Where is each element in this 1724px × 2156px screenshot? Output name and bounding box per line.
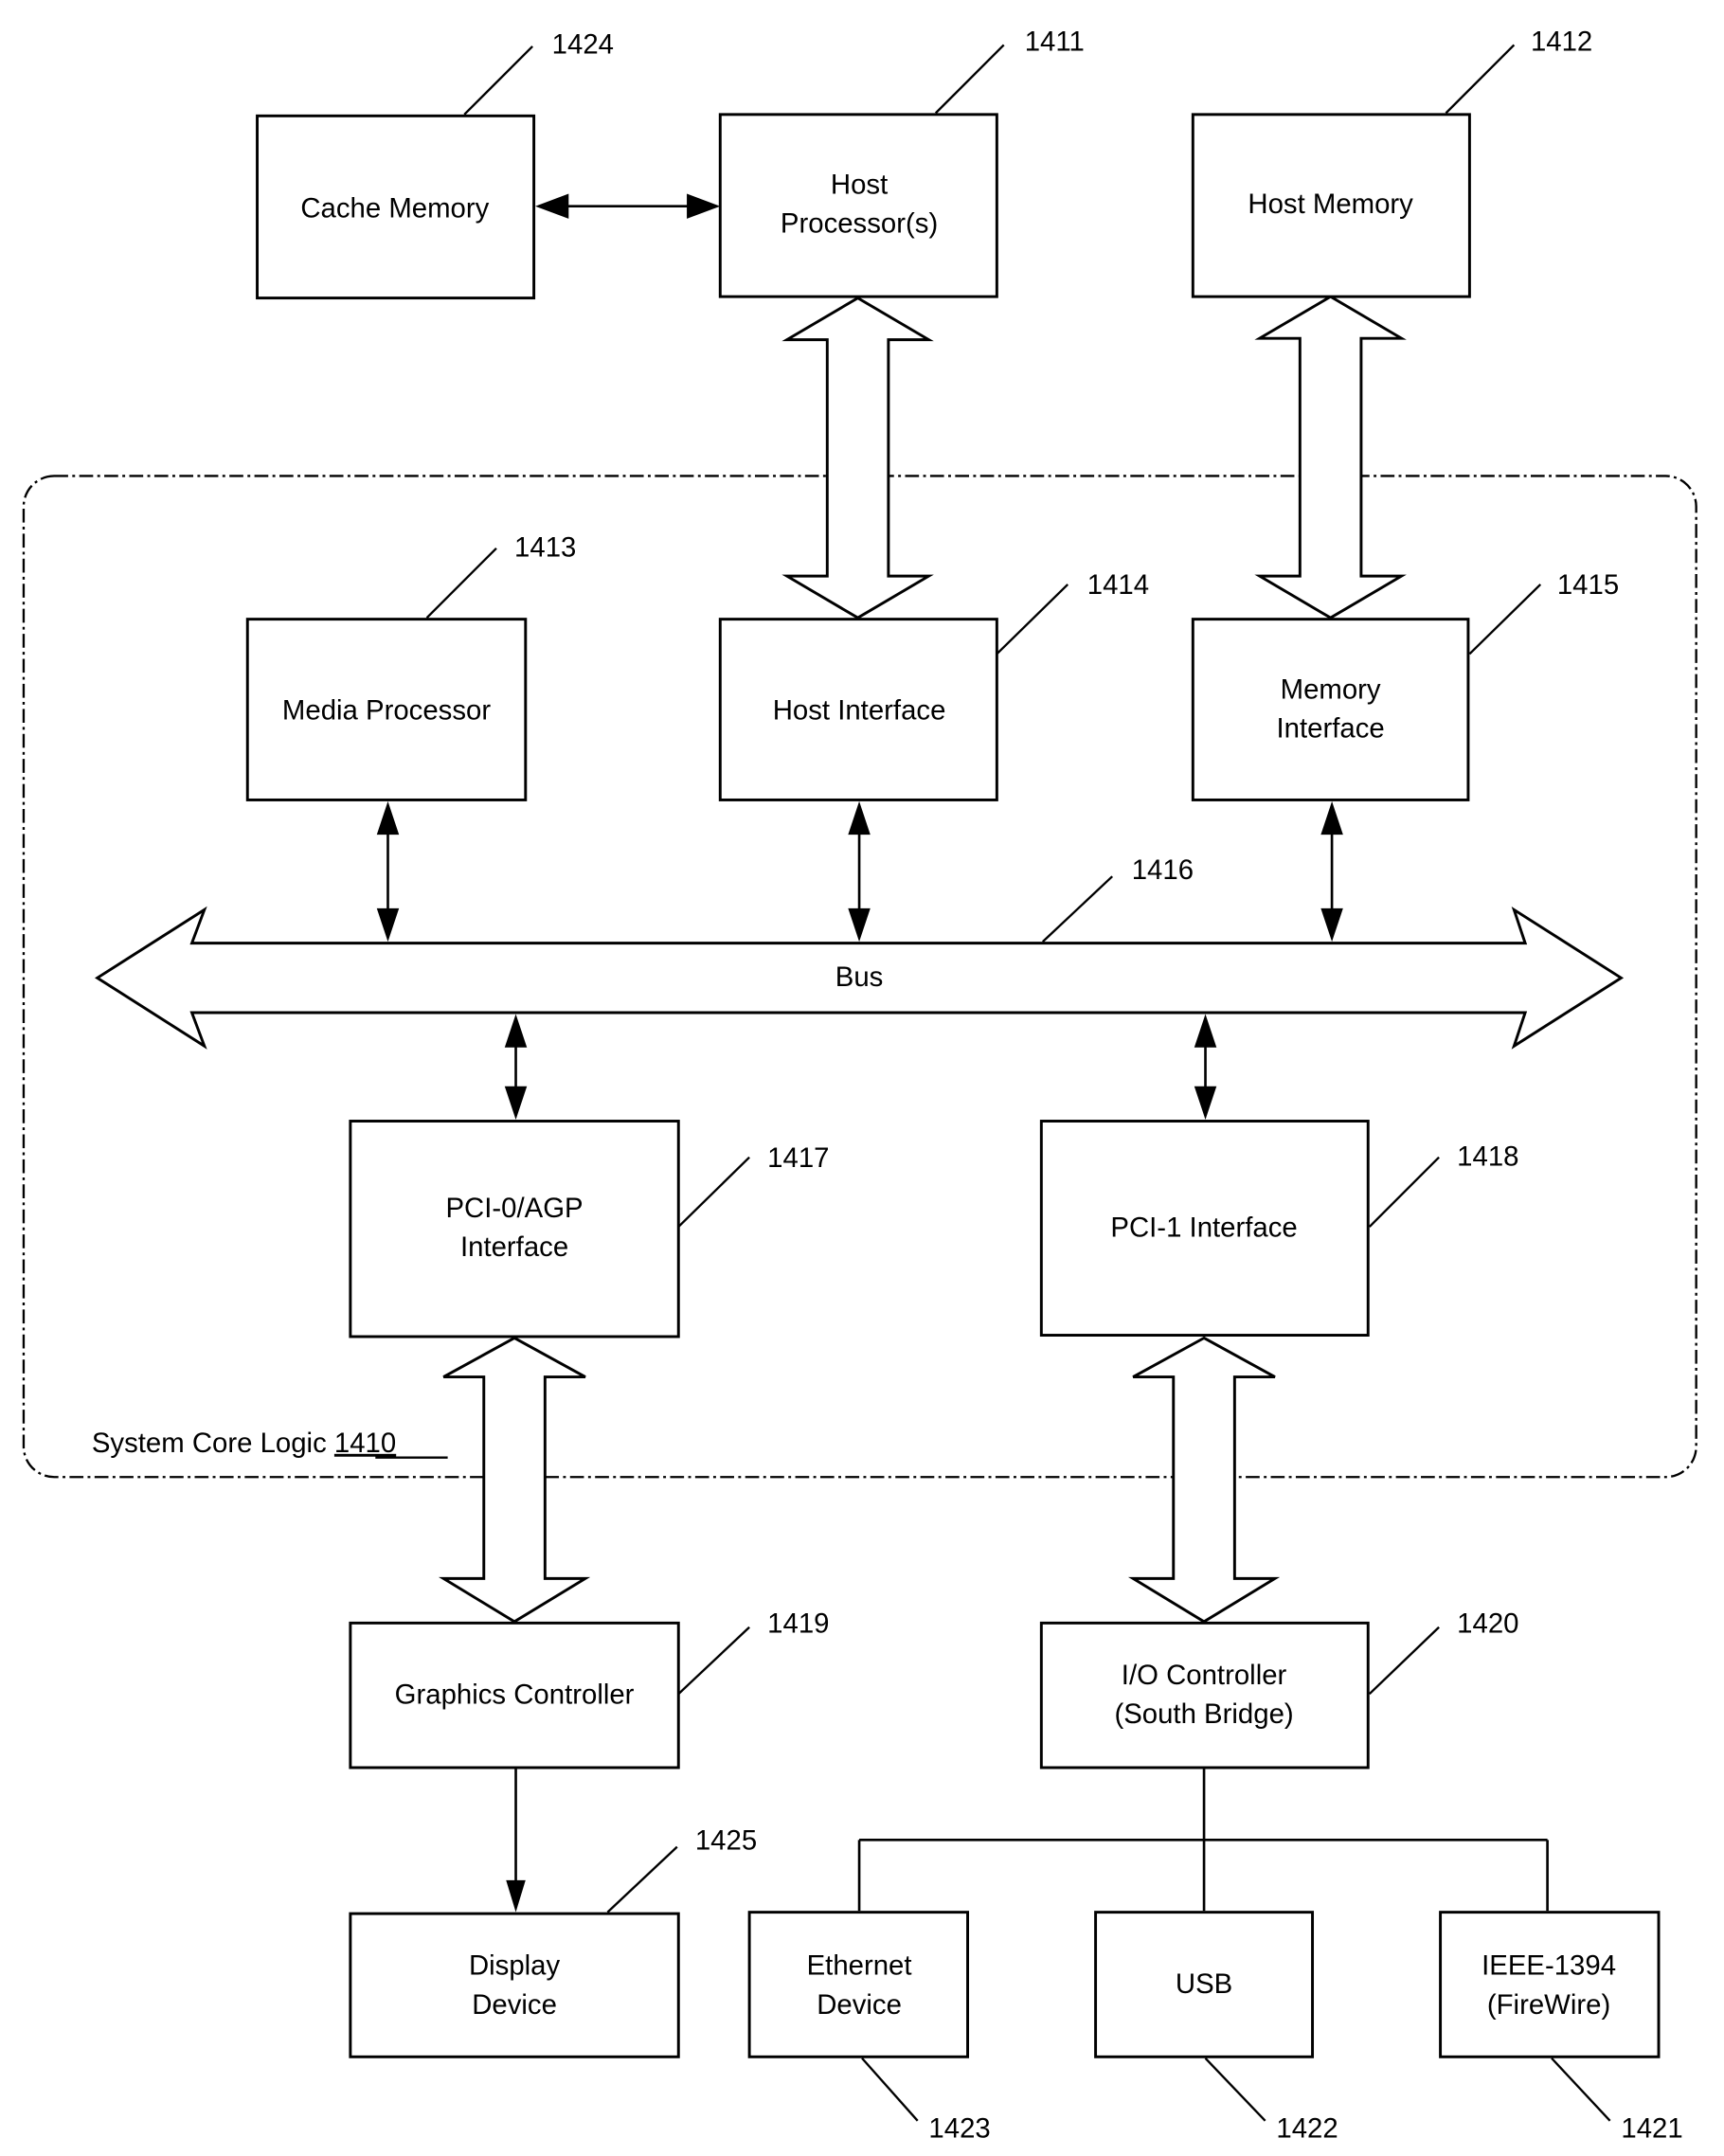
host-interface-label: Host Interface <box>773 694 946 726</box>
cache-memory-ref: 1424 <box>552 28 614 60</box>
host-interface-block: Host Interface 1414 <box>718 569 1149 801</box>
pci0-agp-interface-block: PCI-0/AGP Interface 1417 <box>349 1120 829 1339</box>
io-controller-ref: 1420 <box>1457 1608 1518 1640</box>
wide-arrow-host-processor-host-interface <box>781 296 934 620</box>
svg-text:PCI-1 Interface: PCI-1 Interface <box>1110 1212 1297 1243</box>
bus-label: Bus <box>835 961 884 993</box>
arrow-host-interface-bus <box>848 800 871 943</box>
pci0-agp-ref: 1417 <box>767 1142 829 1174</box>
usb-label: USB <box>1176 1968 1232 2000</box>
svg-text:Interface: Interface <box>1277 712 1385 744</box>
system-core-logic-label: System Core Logic 1410 <box>92 1428 396 1459</box>
bus-ref-leader <box>1042 875 1113 943</box>
display-device-ref: 1425 <box>695 1825 757 1857</box>
cache-memory-block: Cache Memory 1424 <box>256 28 614 300</box>
host-processor-label-line1: Host <box>831 170 888 201</box>
svg-text:Display: Display <box>469 1950 561 1982</box>
display-device-label-line2: Device <box>472 1989 557 2021</box>
svg-text:(South Bridge): (South Bridge) <box>1114 1698 1293 1730</box>
graphics-controller-ref: 1419 <box>767 1608 829 1640</box>
svg-text:Media Processor: Media Processor <box>282 694 491 726</box>
svg-text:Host: Host <box>831 170 888 201</box>
memory-interface-ref: 1415 <box>1557 569 1619 601</box>
host-processor-ref: 1411 <box>1025 26 1085 57</box>
svg-text:PCI-0/AGP: PCI-0/AGP <box>445 1193 583 1224</box>
io-controller-block: I/O Controller (South Bridge) 1420 <box>1039 1608 1518 1770</box>
svg-text:Interface: Interface <box>460 1231 568 1263</box>
arrow-graphics-display <box>506 1769 526 1913</box>
svg-text:USB: USB <box>1176 1968 1232 2000</box>
arrow-media-processor-bus <box>376 800 400 943</box>
arrow-memory-interface-bus <box>1320 800 1343 943</box>
svg-text:Device: Device <box>472 1989 557 2021</box>
host-interface-ref: 1414 <box>1087 569 1149 601</box>
ethernet-device-label-line2: Device <box>817 1989 902 2021</box>
io-controller-label-line1: I/O Controller <box>1122 1660 1287 1691</box>
ethernet-device-block: Ethernet Device 1423 <box>747 1911 991 2144</box>
svg-text:Host Memory: Host Memory <box>1248 189 1413 220</box>
svg-text:(FireWire): (FireWire) <box>1487 1989 1610 2021</box>
host-processor-label-line2: Processor(s) <box>781 208 938 240</box>
media-processor-block: Media Processor 1413 <box>245 532 576 801</box>
pci1-interface-ref: 1418 <box>1457 1141 1518 1172</box>
ieee1394-block: IEEE-1394 (FireWire) 1421 <box>1439 1911 1683 2144</box>
media-processor-label: Media Processor <box>282 694 491 726</box>
io-controller-label-line2: (South Bridge) <box>1114 1698 1293 1730</box>
memory-interface-label-line1: Memory <box>1281 674 1381 705</box>
system-core-logic-ref: 1410 <box>334 1428 396 1459</box>
display-device-label-line1: Display <box>469 1950 561 1982</box>
ethernet-device-ref: 1423 <box>928 2112 990 2144</box>
block-diagram: System Core Logic 1410 Bus 1416 Cache Me… <box>22 26 1697 2144</box>
pci1-interface-block: PCI-1 Interface 1418 <box>1039 1120 1518 1337</box>
usb-ref: 1422 <box>1276 2112 1338 2144</box>
pci0-agp-label-line2: Interface <box>460 1231 568 1263</box>
svg-text:Host Interface: Host Interface <box>773 694 946 726</box>
arrow-bus-pci0 <box>504 1014 528 1121</box>
svg-text:Graphics Controller: Graphics Controller <box>395 1679 635 1710</box>
io-controller-links <box>857 1769 1549 1912</box>
graphics-controller-block: Graphics Controller 1419 <box>349 1608 829 1770</box>
svg-text:Ethernet: Ethernet <box>807 1950 912 1982</box>
svg-text:Cache Memory: Cache Memory <box>300 192 489 224</box>
memory-interface-label-line2: Interface <box>1277 712 1385 744</box>
pci1-interface-label: PCI-1 Interface <box>1110 1212 1297 1243</box>
memory-interface-block: Memory Interface 1415 <box>1191 569 1619 801</box>
host-memory-ref: 1412 <box>1531 26 1592 57</box>
wide-arrow-pci1-io-controller <box>1127 1336 1281 1624</box>
bus-ref: 1416 <box>1132 854 1194 886</box>
pci0-agp-label-line1: PCI-0/AGP <box>445 1193 583 1224</box>
ieee1394-label-line2: (FireWire) <box>1487 1989 1610 2021</box>
display-device-block: Display Device 1425 <box>349 1825 757 2058</box>
graphics-controller-label: Graphics Controller <box>395 1679 635 1710</box>
cache-memory-label: Cache Memory <box>300 192 489 224</box>
ieee1394-label-line1: IEEE-1394 <box>1482 1950 1616 1982</box>
ethernet-device-label-line1: Ethernet <box>807 1950 912 1982</box>
arrow-cache-host-processor <box>535 193 721 219</box>
arrow-bus-pci1 <box>1194 1014 1217 1121</box>
svg-text:Memory: Memory <box>1281 674 1381 705</box>
wide-arrow-host-memory-memory-interface <box>1254 295 1407 620</box>
svg-text:I/O Controller: I/O Controller <box>1122 1660 1287 1691</box>
media-processor-ref: 1413 <box>514 532 576 564</box>
svg-text:Processor(s): Processor(s) <box>781 208 938 240</box>
wide-arrow-pci0-graphics-controller <box>438 1336 591 1624</box>
ieee1394-ref: 1421 <box>1621 2112 1682 2144</box>
svg-text:Device: Device <box>817 1989 902 2021</box>
usb-block: USB 1422 <box>1094 1911 1338 2144</box>
svg-text:IEEE-1394: IEEE-1394 <box>1482 1950 1616 1982</box>
host-processor-block: Host Processor(s) 1411 <box>718 26 1085 298</box>
host-memory-block: Host Memory 1412 <box>1191 26 1592 298</box>
host-memory-label: Host Memory <box>1248 189 1413 220</box>
